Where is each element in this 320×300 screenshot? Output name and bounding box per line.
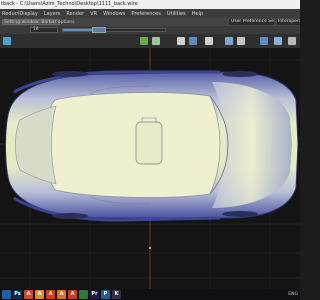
interop-button[interactable]: Interoperab	[277, 19, 300, 25]
grid-icon[interactable]	[205, 37, 213, 45]
value-slider[interactable]	[62, 28, 166, 32]
menu-item-utilities[interactable]: Utilities	[165, 11, 188, 17]
menu-bar: ReductDisplay Layers Render VR Windows P…	[0, 9, 300, 18]
preference-sets-dropdown[interactable]: User Preference Sets	[229, 19, 274, 25]
app-p-icon[interactable]: P	[101, 290, 110, 299]
menu-item-render[interactable]: Render	[64, 11, 86, 17]
app-a2-icon[interactable]: A	[35, 290, 44, 299]
curve-icon[interactable]	[140, 37, 148, 45]
render-icon[interactable]	[288, 37, 296, 45]
app-green-icon[interactable]	[79, 290, 88, 299]
app-a3-icon[interactable]: A	[46, 290, 55, 299]
value-field[interactable]: 14	[30, 27, 58, 33]
slider-fill	[63, 29, 94, 31]
settings-icon[interactable]	[260, 37, 268, 45]
app-pr-icon[interactable]: Pr	[90, 290, 99, 299]
tool-shelf	[0, 34, 300, 48]
window-title: tback - C:\Users\Azim_Techno\Desktop\111…	[0, 0, 300, 9]
app-a5-icon[interactable]: A	[68, 290, 77, 299]
menu-item-vr[interactable]: VR	[88, 11, 99, 17]
menu-item-windows[interactable]: Windows	[101, 11, 127, 17]
camera-icon[interactable]	[225, 37, 233, 45]
palette-icon[interactable]	[3, 37, 11, 45]
mesh-icon[interactable]	[189, 37, 197, 45]
menu-item-reductdisplay[interactable]: ReductDisplay	[0, 11, 40, 17]
slider-handle[interactable]	[92, 27, 106, 33]
tray-language[interactable]: ENG	[288, 290, 298, 299]
eye-icon[interactable]	[237, 37, 245, 45]
app-a4-icon[interactable]: A	[57, 290, 66, 299]
menu-item-help[interactable]: Help	[190, 11, 205, 17]
menu-item-layers[interactable]: Layers	[42, 11, 63, 17]
surface-icon[interactable]	[152, 37, 160, 45]
windows-start-icon[interactable]	[2, 290, 11, 299]
viewport-canvas	[0, 48, 300, 289]
photoshop-icon[interactable]: Ps	[13, 290, 22, 299]
slider-row: 14	[0, 26, 300, 34]
dim-icon[interactable]	[177, 37, 185, 45]
car-model	[5, 70, 299, 222]
tool-settings-row: Setting window: Barbar options User Pref…	[0, 18, 300, 26]
window-settings-dropdown[interactable]: Setting window: Barbar options	[2, 19, 74, 25]
taskbar: Ps A A A A A Pr P K ENG	[0, 289, 300, 300]
3d-viewport[interactable]	[0, 48, 300, 289]
origin-marker	[148, 246, 152, 250]
app-a-icon[interactable]: A	[24, 290, 33, 299]
app-k-icon[interactable]: K	[112, 290, 121, 299]
menu-item-preferences[interactable]: Preferences	[129, 11, 162, 17]
light-icon[interactable]	[274, 37, 282, 45]
